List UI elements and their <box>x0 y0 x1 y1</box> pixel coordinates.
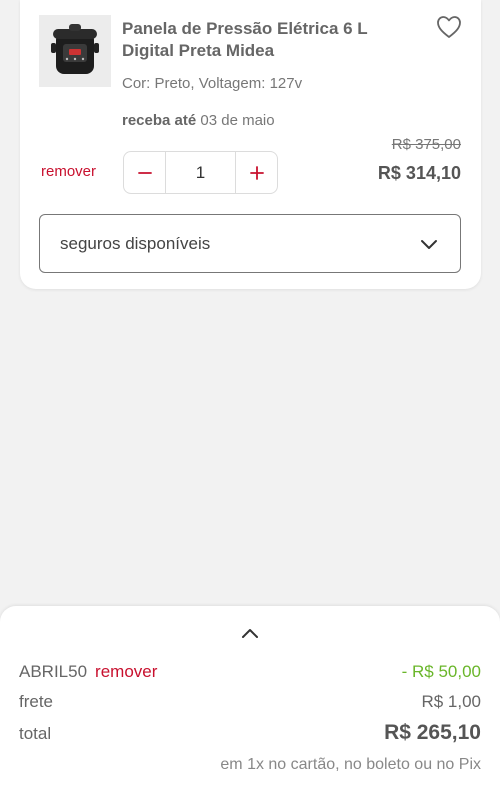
decrease-quantity-button[interactable] <box>124 152 166 193</box>
coupon-code: ABRIL50 <box>19 662 88 681</box>
delivery-date: 03 de maio <box>200 112 275 129</box>
insurance-dropdown[interactable]: seguros disponíveis <box>39 214 461 273</box>
product-variant: Cor: Preto, Voltagem: 127v <box>122 75 303 92</box>
product-title[interactable]: Panela de Pressão Elétrica 6 L Digital P… <box>122 18 392 62</box>
heart-icon <box>437 16 461 38</box>
cart-item-card: Panela de Pressão Elétrica 6 L Digital P… <box>20 0 481 289</box>
collapse-summary-button[interactable] <box>235 622 265 644</box>
discount-value: - R$ 50,00 <box>401 662 481 681</box>
product-image[interactable] <box>39 15 111 87</box>
chevron-down-icon <box>421 239 437 249</box>
insurance-label: seguros disponíveis <box>60 233 211 253</box>
plus-icon <box>249 165 264 180</box>
quantity-stepper: 1 <box>123 151 278 194</box>
freight-row: frete R$ 1,00 <box>19 692 481 712</box>
old-price: R$ 375,00 <box>391 136 461 153</box>
total-value: R$ 265,10 <box>384 721 481 744</box>
delivery-estimate: receba até 03 de maio <box>122 112 275 129</box>
delivery-label: receba até <box>122 112 197 129</box>
freight-label: frete <box>19 692 54 711</box>
minus-icon <box>137 171 152 174</box>
remove-item-button[interactable]: remover <box>41 163 96 180</box>
chevron-up-icon <box>242 629 258 638</box>
coupon-row: ABRIL50 remover - R$ 50,00 <box>19 662 481 682</box>
favorite-button[interactable] <box>434 12 464 42</box>
payment-note: em 1x no cartão, no boleto ou no Pix <box>220 756 481 773</box>
order-summary: ABRIL50 remover - R$ 50,00 frete R$ 1,00 … <box>0 606 500 788</box>
current-price: R$ 314,10 <box>377 163 461 183</box>
freight-value: R$ 1,00 <box>421 692 481 711</box>
remove-coupon-button[interactable]: remover <box>95 662 157 681</box>
increase-quantity-button[interactable] <box>235 152 277 193</box>
quantity-value[interactable]: 1 <box>166 152 235 193</box>
total-row: total R$ 265,10 <box>19 721 481 745</box>
total-label: total <box>19 724 52 743</box>
pressure-cooker-image <box>51 24 99 74</box>
